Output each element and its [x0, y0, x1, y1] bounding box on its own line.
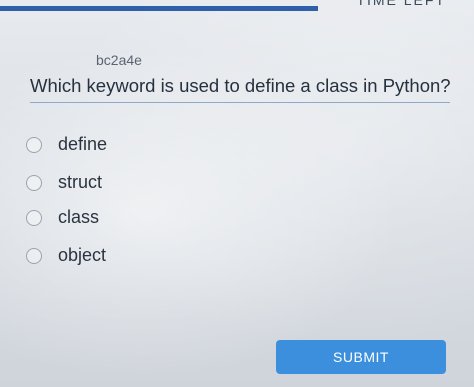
question-id: bc2a4e: [96, 52, 142, 68]
option-label: object: [58, 245, 107, 265]
option-struct[interactable]: struct: [26, 172, 102, 193]
radio-button[interactable]: [26, 247, 42, 264]
progress-bar: [0, 6, 318, 11]
option-define[interactable]: define: [26, 134, 107, 155]
option-object[interactable]: object: [26, 245, 106, 266]
radio-button[interactable]: [26, 209, 42, 226]
option-label: struct: [58, 172, 103, 192]
answer-options: define struct class object: [0, 0, 474, 387]
option-class[interactable]: class: [26, 207, 99, 228]
option-label: define: [58, 134, 108, 154]
radio-button[interactable]: [26, 136, 42, 153]
radio-button[interactable]: [26, 174, 42, 191]
submit-button[interactable]: SUBMIT: [276, 340, 446, 374]
question-text: Which keyword is used to define a class …: [30, 75, 451, 96]
option-label: class: [58, 207, 100, 227]
divider: [30, 102, 450, 103]
time-left-label: TIME LEFT: [356, 0, 446, 8]
